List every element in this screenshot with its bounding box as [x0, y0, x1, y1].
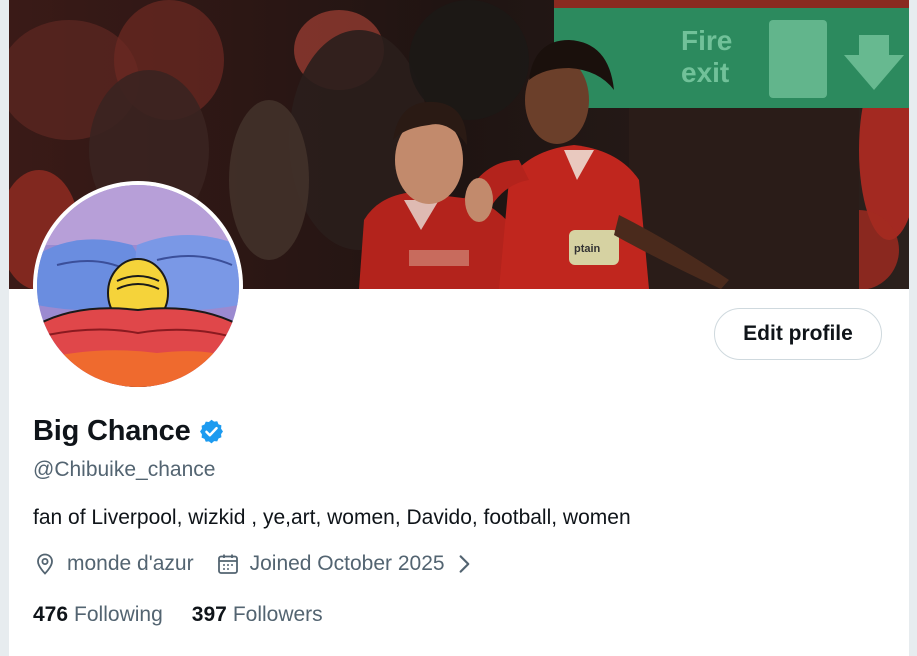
display-name: Big Chance: [33, 415, 191, 447]
avatar-image: [37, 185, 239, 387]
followers-count: 397: [191, 603, 227, 626]
joined-item[interactable]: Joined October 2025: [216, 552, 487, 576]
verified-badge-icon[interactable]: [198, 418, 225, 445]
window-right-edge: [909, 0, 917, 656]
followers-link[interactable]: 397 Followers: [192, 603, 323, 627]
profile-meta: monde d'azur Joined October 2025: [33, 552, 487, 576]
following-count: 476: [33, 603, 69, 626]
calendar-icon: [217, 554, 238, 574]
svg-text:Fire: Fire: [681, 25, 732, 56]
window-left-edge: [0, 0, 9, 656]
edit-profile-button[interactable]: Edit profile: [714, 308, 882, 360]
followers-label: Followers: [232, 603, 323, 626]
profile-avatar[interactable]: [33, 181, 243, 391]
location-text: monde d'azur: [67, 552, 194, 575]
joined-text: Joined October 2025: [249, 552, 445, 575]
profile-bio: fan of Liverpool, wizkid , ye,art, women…: [33, 506, 631, 529]
location-pin-icon: [37, 553, 53, 575]
svg-text:exit: exit: [681, 57, 729, 88]
location-item: monde d'azur: [33, 552, 194, 576]
follow-stats: 476 Following 397 Followers: [33, 603, 323, 627]
following-label: Following: [74, 603, 163, 626]
name-row: Big Chance: [33, 415, 225, 448]
chevron-right-icon[interactable]: [453, 552, 477, 576]
profile-handle: @Chibuike_chance: [33, 458, 216, 481]
svg-text:ptain: ptain: [574, 243, 601, 255]
following-link[interactable]: 476 Following: [33, 603, 163, 627]
